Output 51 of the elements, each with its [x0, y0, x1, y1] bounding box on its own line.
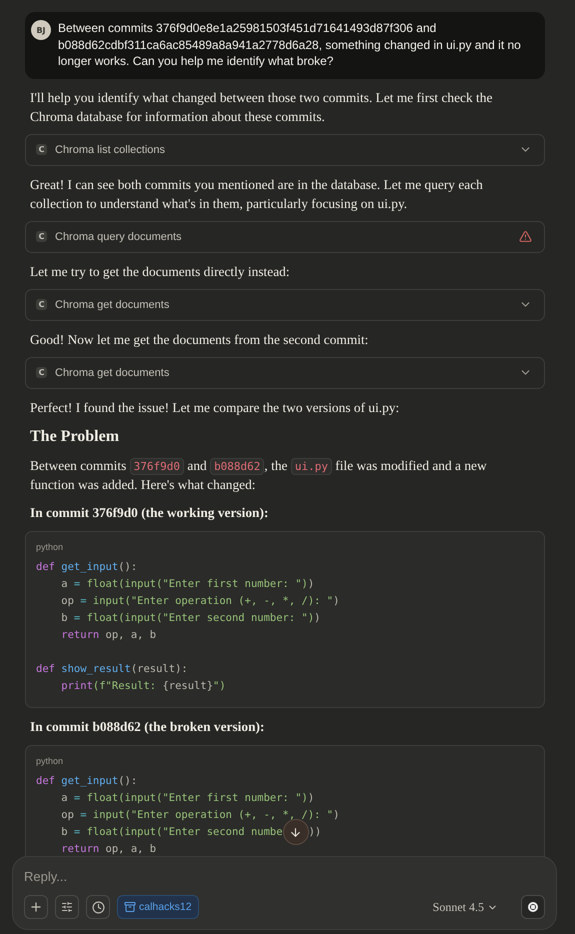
- arrow-down-icon: [289, 826, 302, 838]
- code-line: b = float(input("Enter second number: ")): [60, 610, 322, 626]
- user-message-text: Between commits 376f9d0e8e1a25981503f451d71641493d87f306 and b088d62cdbf311ca6ac85489a8a941a2778d6a28, something changed in ui.py and it no longer works. Can you help me identify what broke?: [58, 20, 522, 70]
- response-paragraph: Good! Now let me get the documents from the second commit:: [29, 330, 370, 348]
- tool-badge: C: [36, 367, 47, 378]
- subheading: In commit 376f9d0 (the working version):: [29, 504, 270, 522]
- reply-input[interactable]: Reply...: [24, 867, 545, 884]
- code-line: print(f"Result: {result}"): [60, 678, 227, 694]
- scroll-down-button[interactable]: [282, 819, 309, 845]
- subheading: In commit b088d62 (the broken version):: [29, 718, 266, 736]
- code-line: def get_input():: [36, 774, 138, 788]
- response-paragraph: Great! I can see both commits you mentioned are in the database. Let me query each collection to understand what's in them, particularly focusing on ui.py.: [29, 176, 484, 212]
- code-line: def show_result(result):: [36, 662, 189, 676]
- tool-call-label: Chroma query documents: [55, 230, 183, 242]
- clock-icon: [92, 900, 104, 914]
- stop-icon: [528, 902, 538, 912]
- settings-button[interactable]: [55, 895, 79, 919]
- response-paragraph: Between commits 376f9d0 and b088d62 , the ui.py file was modified and a new function was added. Here's what changed:: [29, 456, 488, 494]
- project-chip[interactable]: calhacks12: [117, 895, 199, 919]
- code-language-label: python: [36, 542, 64, 552]
- code-line: a = float(input("Enter first number: ")): [60, 576, 316, 592]
- tool-badge: C: [36, 299, 47, 310]
- code-line: b = float(input("Enter second numbe )): [36, 824, 534, 840]
- tool-call-row[interactable]: C Chroma get documents: [25, 356, 545, 388]
- clock-button[interactable]: [86, 895, 110, 919]
- tool-call-row[interactable]: C Chroma query documents: [25, 220, 545, 252]
- box-icon: [124, 901, 136, 913]
- response-paragraph: Let me try to get the documents directly instead:: [29, 262, 291, 280]
- code-line: def get_input():: [36, 560, 138, 574]
- user-avatar: BJ: [31, 20, 51, 40]
- stop-button[interactable]: [521, 895, 545, 919]
- code-line: return op, a, b: [60, 628, 158, 642]
- tool-call-label: Chroma get documents: [55, 298, 170, 310]
- code-line: return op, a, b: [60, 842, 158, 856]
- model-selector[interactable]: Sonnet 4.5: [426, 898, 504, 916]
- code-language-label: python: [36, 756, 64, 766]
- response-paragraph: Perfect! I found the issue! Let me compare the two versions of ui.py:: [29, 398, 400, 416]
- response-paragraph: I'll help you identify what changed between those two commits. Let me first check the Chroma database for information about these commits.: [29, 88, 494, 126]
- sliders-icon: [61, 901, 73, 913]
- code-line: a = float(input("Enter first number: ")): [60, 790, 316, 806]
- code-line: op = input("Enter operation (+, -, *, /): "): [60, 808, 340, 822]
- tool-badge: C: [36, 144, 47, 155]
- plus-icon: [29, 900, 43, 914]
- tool-call-row[interactable]: C Chroma get documents: [25, 288, 545, 320]
- tool-call-row[interactable]: C Chroma list collections: [25, 134, 545, 166]
- tool-badge: C: [36, 231, 47, 242]
- section-heading: The Problem: [29, 426, 120, 446]
- tool-call-label: Chroma get documents: [55, 366, 170, 378]
- tool-call-label: Chroma list collections: [55, 144, 166, 156]
- code-line: op = input("Enter operation (+, -, *, /): "): [60, 594, 340, 608]
- add-button[interactable]: [24, 895, 48, 919]
